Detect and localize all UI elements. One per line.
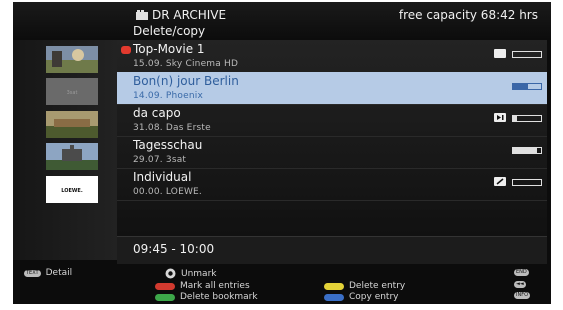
info-hint[interactable]: INFO bbox=[514, 292, 531, 299]
entry-title: Individual bbox=[133, 170, 192, 184]
yellow-button-icon bbox=[324, 282, 344, 290]
dr-archive-screen: DR ARCHIVE Delete/copy free capacity 68:… bbox=[13, 2, 551, 304]
blue-button-icon bbox=[324, 293, 344, 301]
entry-meta: 15.09. Sky Cinema HD bbox=[133, 59, 239, 69]
time-range: 09:45 - 10:00 bbox=[133, 242, 215, 256]
text-key-icon: TEXT bbox=[24, 269, 41, 277]
title-text: DR ARCHIVE bbox=[152, 8, 227, 22]
end-hint[interactable]: END bbox=[514, 269, 529, 276]
entry-meta: 14.09. Phoenix bbox=[133, 91, 203, 101]
thumbnail-bonjour-berlin[interactable]: 3sat bbox=[46, 78, 98, 105]
thumbnail-label: 3sat bbox=[67, 90, 78, 96]
unmark-hint[interactable]: Unmark bbox=[165, 268, 217, 279]
delete-bookmark-label: Delete bookmark bbox=[180, 292, 258, 302]
list-item-top-movie[interactable]: Top-Movie 1 15.09. Sky Cinema HD bbox=[117, 40, 547, 73]
thumbnail-column: 3sat LOEWE. bbox=[13, 40, 117, 260]
marked-icon bbox=[121, 46, 131, 54]
list-item-bonjour-berlin[interactable]: Bon(n) jour Berlin 14.09. Phoenix bbox=[117, 72, 547, 105]
entry-title: Tagesschau bbox=[133, 138, 203, 152]
mark-all-hint[interactable]: Mark all entries bbox=[155, 281, 250, 291]
progress-bar bbox=[512, 179, 542, 186]
thumbnail-da-capo[interactable] bbox=[46, 111, 98, 138]
free-capacity: free capacity 68:42 hrs bbox=[398, 8, 538, 22]
progress-bar bbox=[512, 115, 542, 122]
copy-entry-label: Copy entry bbox=[349, 292, 399, 302]
thumbnail-tagesschau[interactable] bbox=[46, 143, 98, 170]
progress-bar bbox=[512, 147, 542, 154]
recording-list: Top-Movie 1 15.09. Sky Cinema HD Bon(n) … bbox=[117, 40, 547, 236]
thumbnail-label: LOEWE. bbox=[61, 188, 83, 194]
footer-legend: TEXT Detail Unmark Mark all entries Dele… bbox=[13, 264, 551, 304]
rewind-key-icon: ◄◄ bbox=[514, 281, 526, 288]
rewind-hint[interactable]: ◄◄ bbox=[514, 281, 526, 288]
info-key-icon: INFO bbox=[514, 292, 531, 299]
green-button-icon bbox=[155, 293, 175, 301]
unmark-label: Unmark bbox=[181, 268, 217, 279]
end-key-icon: END bbox=[514, 269, 529, 276]
play-next-icon bbox=[494, 113, 506, 122]
page-subtitle: Delete/copy bbox=[133, 24, 206, 38]
copy-entry-hint[interactable]: Copy entry bbox=[324, 292, 399, 302]
thumbnail-top-movie[interactable] bbox=[46, 46, 98, 73]
page-title: DR ARCHIVE bbox=[136, 8, 226, 22]
detail-label: Detail bbox=[45, 268, 73, 278]
thumbnail-individual[interactable]: LOEWE. bbox=[46, 176, 98, 203]
header-bar: DR ARCHIVE Delete/copy free capacity 68:… bbox=[13, 2, 551, 40]
entry-title: Top-Movie 1 bbox=[133, 42, 205, 56]
list-item-individual[interactable]: Individual 00.00. LOEWE. bbox=[117, 168, 547, 201]
entry-title: da capo bbox=[133, 106, 181, 120]
entry-meta: 00.00. LOEWE. bbox=[133, 187, 202, 197]
progress-bar bbox=[512, 51, 542, 58]
list-item-da-capo[interactable]: da capo 31.08. Das Erste bbox=[117, 104, 547, 137]
delete-entry-hint[interactable]: Delete entry bbox=[324, 281, 405, 291]
progress-bar bbox=[512, 83, 542, 90]
time-panel: 09:45 - 10:00 bbox=[117, 236, 547, 265]
mark-all-label: Mark all entries bbox=[180, 281, 250, 291]
red-button-icon bbox=[155, 282, 175, 290]
edit-icon bbox=[494, 177, 506, 186]
pin-icon bbox=[494, 49, 506, 58]
entry-title: Bon(n) jour Berlin bbox=[133, 74, 239, 88]
list-item-tagesschau[interactable]: Tagesschau 29.07. 3sat bbox=[117, 136, 547, 169]
entry-meta: 29.07. 3sat bbox=[133, 155, 187, 165]
archive-icon bbox=[136, 10, 148, 20]
delete-bookmark-hint[interactable]: Delete bookmark bbox=[155, 292, 258, 302]
ok-button-icon bbox=[165, 268, 176, 279]
delete-entry-label: Delete entry bbox=[349, 281, 406, 291]
entry-meta: 31.08. Das Erste bbox=[133, 123, 211, 133]
detail-hint[interactable]: TEXT Detail bbox=[24, 268, 72, 278]
